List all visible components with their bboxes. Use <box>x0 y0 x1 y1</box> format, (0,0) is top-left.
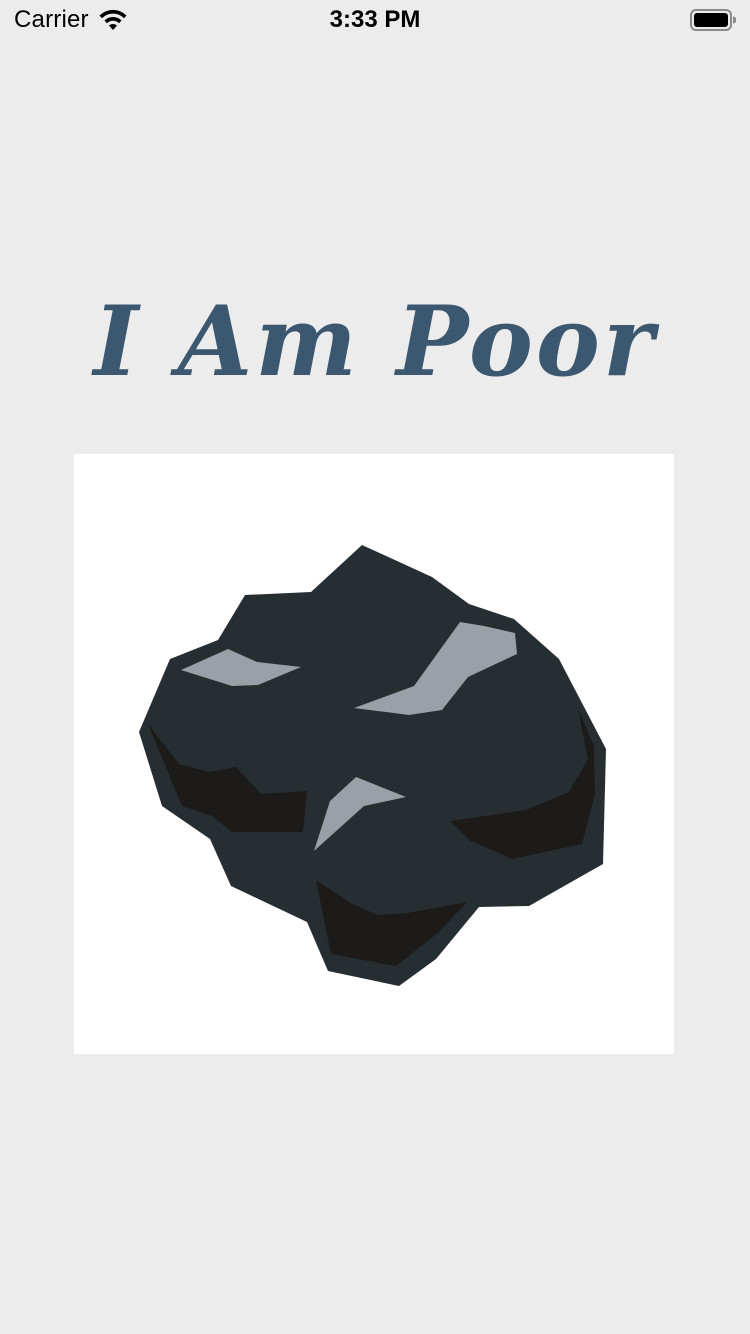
status-bar: Carrier 3:33 PM <box>0 0 750 40</box>
status-time: 3:33 PM <box>329 6 421 33</box>
coal-rock-illustration <box>139 545 606 986</box>
battery-full-icon <box>690 9 737 31</box>
page-title: I Am Poor <box>93 285 657 398</box>
coal-image <box>74 454 674 1054</box>
